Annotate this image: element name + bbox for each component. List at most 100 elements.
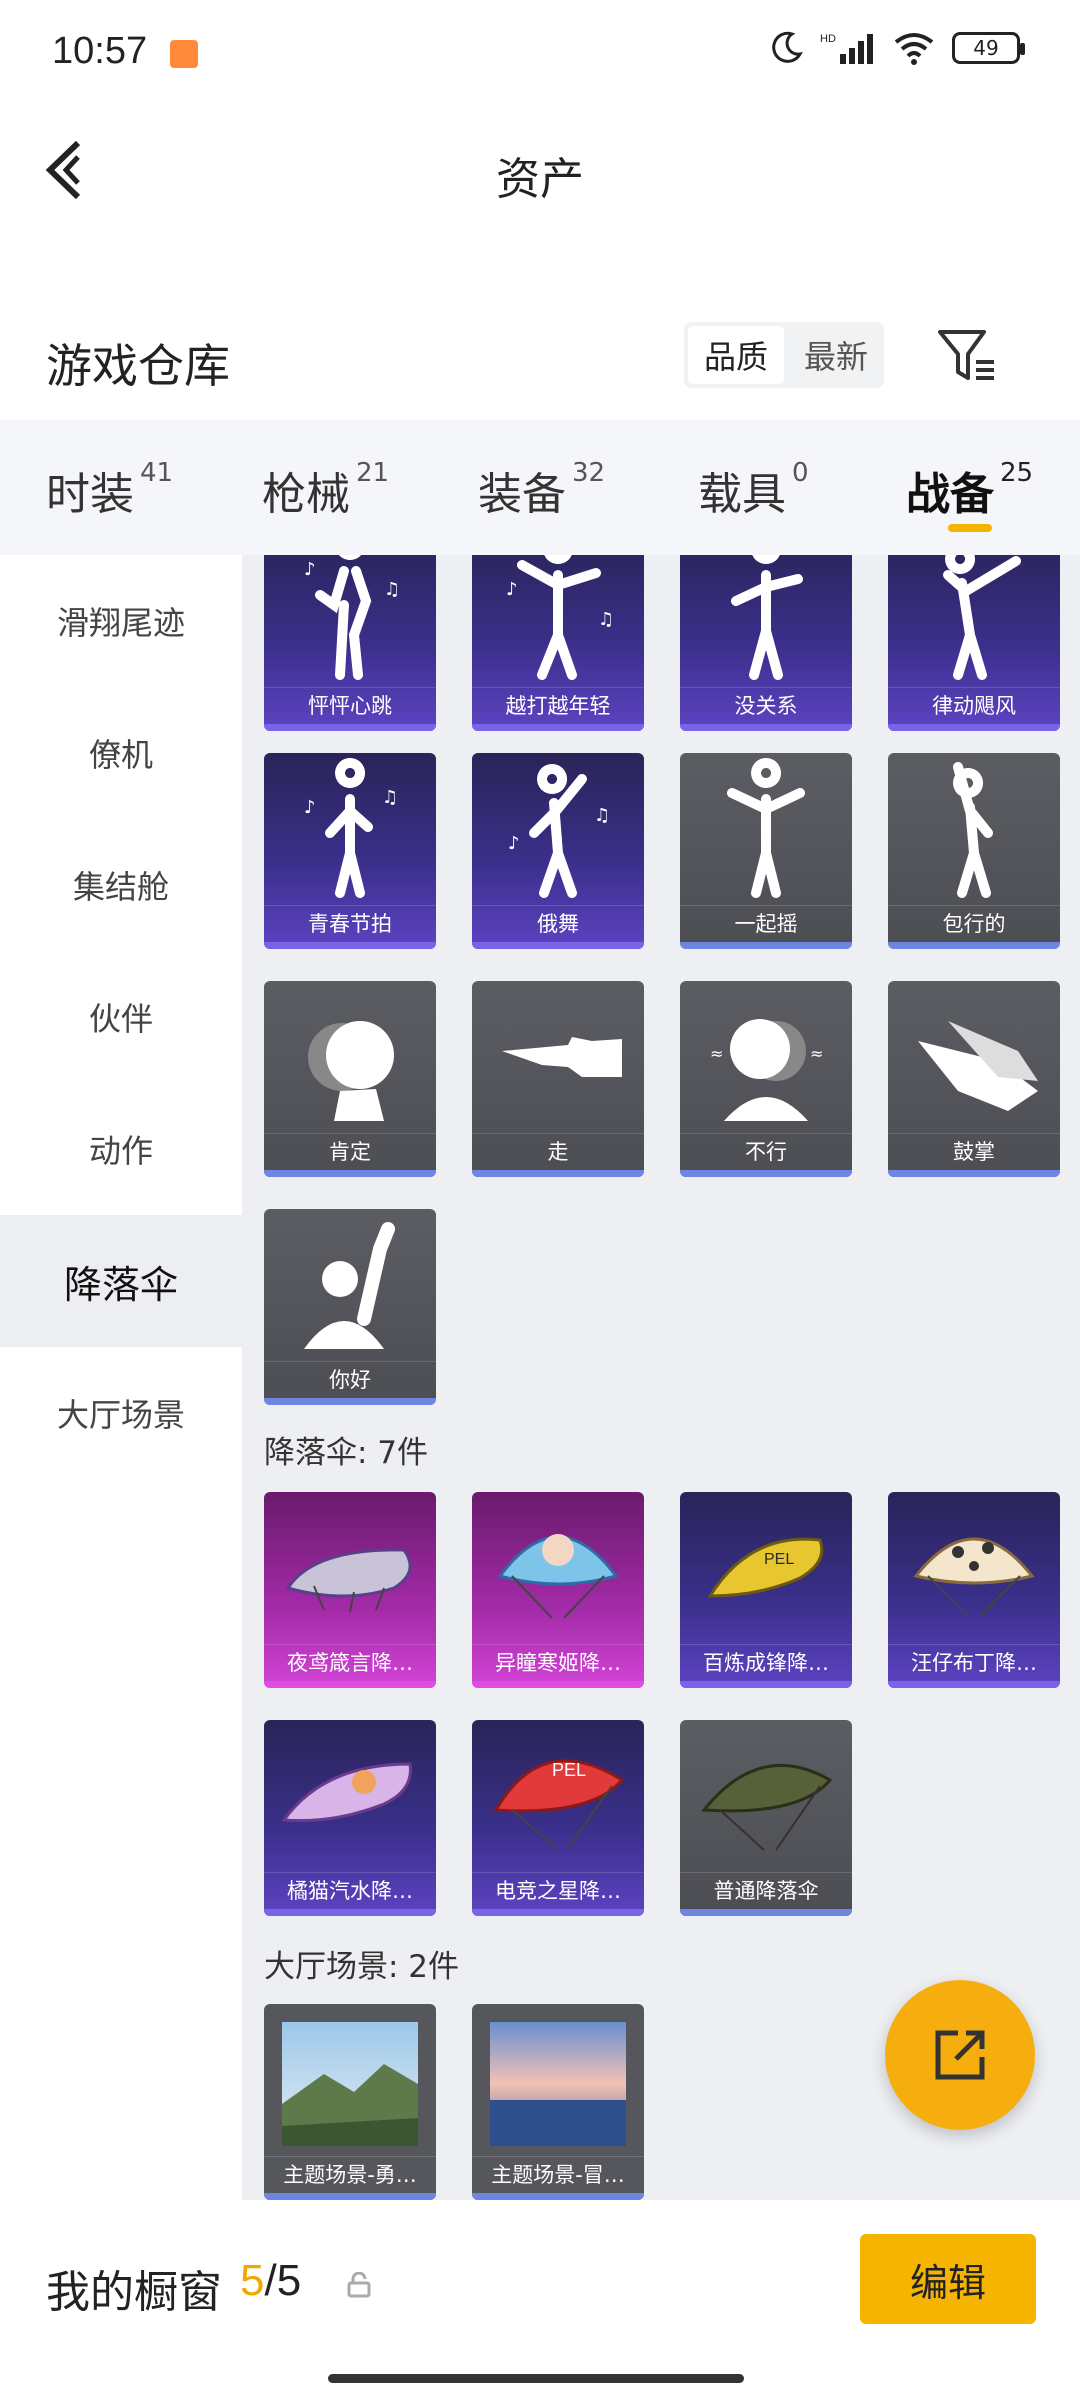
item-card[interactable]: 鼓掌	[888, 981, 1060, 1177]
page-title: 资产	[496, 154, 584, 205]
svg-text:♫: ♫	[384, 579, 400, 600]
parachute-section-title: 降落伞: 7件	[264, 1435, 429, 1471]
sidebar-item-wingman[interactable]: 僚机	[0, 687, 242, 819]
showcase-count: 5/5	[240, 2256, 302, 2305]
sidebar-item-actions[interactable]: 动作	[0, 1083, 242, 1215]
rarity-bar	[680, 1681, 852, 1688]
item-label: 汪仔布丁降…	[888, 1644, 1060, 1680]
item-label: 怦怦心跳	[264, 687, 436, 723]
tab-gear[interactable]: 战备 25	[906, 458, 1033, 522]
sort-quality[interactable]: 品质	[688, 326, 784, 384]
status-time: 10:57	[52, 30, 148, 72]
rarity-bar	[888, 1170, 1060, 1177]
warehouse-bar: 游戏仓库 品质 最新	[0, 300, 1080, 420]
rarity-bar	[472, 2193, 644, 2200]
item-card[interactable]: 包行的	[888, 753, 1060, 949]
tab-fashion[interactable]: 时装 41	[46, 458, 173, 522]
item-card[interactable]: ♪ ♫ 青春节拍	[264, 753, 436, 949]
share-button[interactable]	[885, 1980, 1035, 2130]
item-label: 电竞之星降…	[472, 1872, 644, 1908]
status-bar: 10:57 HD 49	[0, 0, 1080, 105]
rarity-bar	[264, 942, 436, 949]
showcase-bar: 我的橱窗 5/5 编辑	[0, 2200, 1080, 2400]
item-label: 俄舞	[472, 905, 644, 941]
item-card[interactable]: ♪ ♫ 越打越年轻	[472, 555, 644, 731]
item-card[interactable]: ♪ ♫ 怦怦心跳	[264, 555, 436, 731]
rarity-bar	[472, 724, 644, 731]
tab-vehicles[interactable]: 载具 0	[698, 458, 809, 522]
rarity-bar	[264, 1398, 436, 1405]
rarity-bar	[264, 724, 436, 731]
rarity-bar	[472, 1681, 644, 1688]
parachute-icon	[913, 1537, 1035, 1617]
rarity-bar	[888, 942, 1060, 949]
rarity-bar	[472, 1909, 644, 1916]
rarity-bar	[680, 1909, 852, 1916]
item-label: 鼓掌	[888, 1133, 1060, 1169]
svg-text:♫: ♫	[382, 787, 398, 808]
tab-weapons[interactable]: 枪械 21	[262, 458, 389, 522]
sidebar-item-parachute[interactable]: 降落伞	[0, 1215, 242, 1347]
item-card[interactable]: 普通降落伞	[680, 1720, 852, 1916]
filter-icon[interactable]	[932, 320, 1002, 390]
item-grid: ♪ ♫ 怦怦心跳 ♪ ♫ 越打越年轻 没关系 律动飓风 ♪ ♫ 青春节拍 ♪ ♫ 俄舞 …	[242, 555, 1080, 2200]
wifi-icon	[894, 33, 934, 65]
warehouse-title: 游戏仓库	[46, 339, 230, 393]
battery-icon: 49	[952, 32, 1025, 64]
sidebar-item-partner[interactable]: 伙伴	[0, 951, 242, 1083]
dance-figure-icon	[731, 555, 803, 680]
item-card[interactable]: 走	[472, 981, 644, 1177]
svg-text:♪: ♪	[508, 833, 520, 854]
item-label: 橘猫汽水降…	[264, 1872, 436, 1908]
rarity-bar	[888, 724, 1060, 731]
parachute-icon	[701, 1764, 833, 1851]
external-link-icon	[935, 2030, 985, 2080]
item-card[interactable]: ≈ ≈ 不行	[680, 981, 852, 1177]
header: 资产	[0, 105, 1080, 235]
tab-equipment[interactable]: 装备 32	[478, 458, 605, 522]
seascape-thumbnail	[490, 2022, 626, 2146]
item-card[interactable]: 肯定	[264, 981, 436, 1177]
landscape-thumbnail	[282, 2022, 418, 2146]
sidebar-item-glide-trail[interactable]: 滑翔尾迹	[0, 555, 242, 687]
item-label: 律动飓风	[888, 687, 1060, 723]
item-card[interactable]: 主题场景-冒…	[472, 2004, 644, 2200]
rarity-bar	[680, 724, 852, 731]
sort-toggle: 品质 最新	[684, 322, 884, 388]
rarity-bar	[264, 1170, 436, 1177]
item-label: 普通降落伞	[680, 1872, 852, 1908]
svg-text:PEL: PEL	[552, 1760, 586, 1780]
item-card[interactable]: 主题场景-勇…	[264, 2004, 436, 2200]
item-card[interactable]: PEL 百炼成锋降…	[680, 1492, 852, 1688]
item-card[interactable]: 一起摇	[680, 753, 852, 949]
category-tabs: 时装 41 枪械 21 装备 32 载具 0 战备 25	[0, 420, 1080, 555]
item-label: 肯定	[264, 1133, 436, 1169]
item-card[interactable]: 汪仔布丁降…	[888, 1492, 1060, 1688]
sidebar-item-capsule[interactable]: 集结舱	[0, 819, 242, 951]
item-card[interactable]: ♪ ♫ 俄舞	[472, 753, 644, 949]
item-card[interactable]: 异瞳寒姬降…	[472, 1492, 644, 1688]
edit-button[interactable]: 编辑	[860, 2234, 1036, 2324]
item-label: 主题场景-勇…	[264, 2156, 436, 2192]
signal-icon: HD	[820, 33, 873, 64]
rarity-bar	[264, 2193, 436, 2200]
active-tab-indicator	[948, 524, 992, 532]
item-label: 异瞳寒姬降…	[472, 1644, 644, 1680]
item-card[interactable]: 律动飓风	[888, 555, 1060, 731]
svg-text:≈: ≈	[810, 1044, 823, 1063]
item-card[interactable]: 你好	[264, 1209, 436, 1405]
parachute-icon	[497, 1534, 619, 1619]
item-card[interactable]: PEL 电竞之星降…	[472, 1720, 644, 1916]
item-card[interactable]: 夜鸢箴言降…	[264, 1492, 436, 1688]
sidebar-item-lobby-scene[interactable]: 大厅场景	[0, 1347, 242, 1479]
svg-text:♫: ♫	[594, 805, 610, 826]
sort-newest[interactable]: 最新	[788, 322, 884, 388]
lobby-section-title: 大厅场景: 2件	[264, 1949, 460, 1985]
item-card[interactable]: 没关系	[680, 555, 852, 731]
item-card[interactable]: 橘猫汽水降…	[264, 1720, 436, 1916]
item-label: 走	[472, 1133, 644, 1169]
pointing-hand-icon	[502, 1037, 622, 1077]
svg-text:♪: ♪	[304, 559, 316, 580]
item-label: 一起摇	[680, 905, 852, 941]
home-indicator[interactable]	[328, 2374, 744, 2383]
